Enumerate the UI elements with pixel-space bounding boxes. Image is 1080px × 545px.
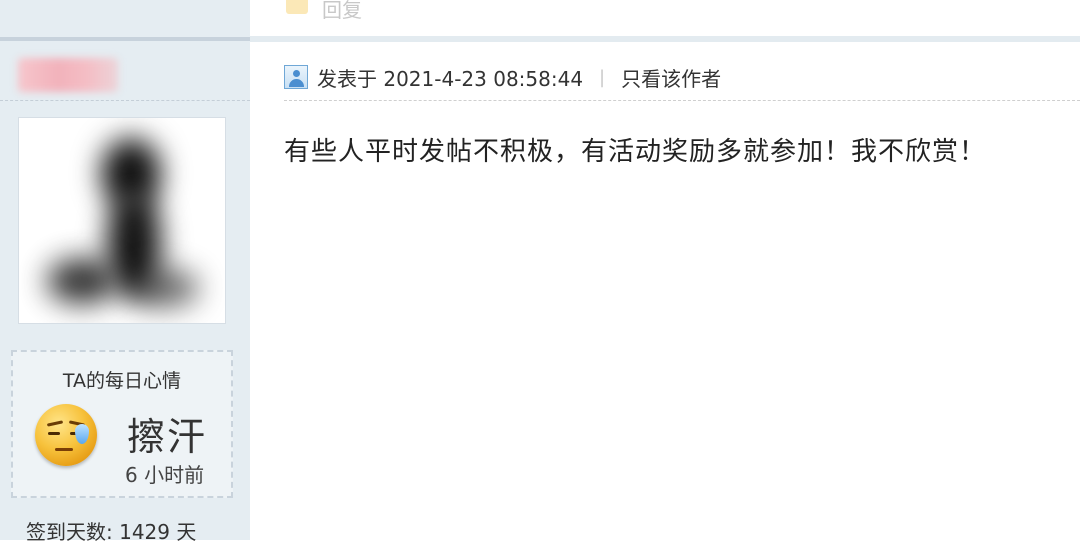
only-author-link[interactable]: 只看该作者 xyxy=(621,63,721,92)
mood-label: 擦汗 xyxy=(127,415,208,459)
checkin-days: 签到天数: 1429 天 xyxy=(26,520,197,544)
post-meta-divider xyxy=(284,100,1080,101)
sweat-emoji-icon xyxy=(35,404,97,466)
reply-icon[interactable] xyxy=(286,0,308,14)
sidebar-dashed-divider xyxy=(0,100,250,101)
sidebar-divider xyxy=(0,37,250,41)
mood-title: TA的每日心情 xyxy=(62,370,182,392)
author-name-redacted[interactable] xyxy=(18,58,118,92)
post-meta: 发表于 2021-4-23 08:58:44 | 只看该作者 xyxy=(284,60,721,94)
daily-mood-box: TA的每日心情 擦汗 6 小时前 xyxy=(11,350,233,498)
author-sidebar: TA的每日心情 擦汗 6 小时前 签到天数: 1429 天 xyxy=(0,0,250,544)
mood-time: 6 小时前 xyxy=(125,463,205,487)
post-divider xyxy=(250,36,1080,42)
user-icon xyxy=(284,65,308,89)
post-body: 有些人平时发帖不积极，有活动奖励多就参加！我不欣赏！ xyxy=(284,137,987,167)
avatar-blur-shape xyxy=(129,268,199,308)
reply-bar xyxy=(250,0,1080,34)
meta-separator: | xyxy=(599,66,606,88)
avatar-blur-shape xyxy=(47,258,117,304)
reply-button[interactable]: 回复 xyxy=(322,0,362,23)
posted-time: 发表于 2021-4-23 08:58:44 xyxy=(317,66,584,91)
avatar[interactable] xyxy=(18,117,226,324)
